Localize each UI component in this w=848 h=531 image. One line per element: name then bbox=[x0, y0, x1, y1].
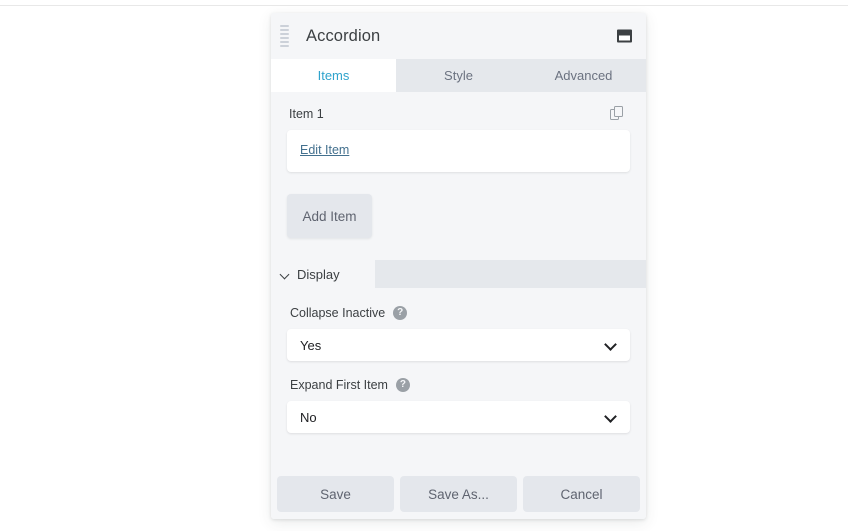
help-circle-icon[interactable]: ? bbox=[396, 378, 410, 392]
add-item-button[interactable]: Add Item bbox=[287, 194, 372, 238]
chevron-down-icon bbox=[605, 340, 616, 351]
collapse-inactive-value: Yes bbox=[300, 338, 321, 353]
save-button[interactable]: Save bbox=[277, 476, 394, 512]
page-top-divider bbox=[0, 5, 848, 6]
copy-icon[interactable] bbox=[610, 106, 626, 122]
field-expand-first-item: Expand First Item ? No bbox=[287, 378, 630, 433]
tab-items[interactable]: Items bbox=[271, 59, 396, 92]
tab-bar: Items Style Advanced bbox=[271, 59, 646, 92]
item-card: Edit Item bbox=[287, 130, 630, 172]
panel-title: Accordion bbox=[306, 27, 380, 46]
list-item: Item 1 Edit Item bbox=[279, 106, 638, 172]
copy-icon-front-sheet bbox=[614, 106, 623, 117]
chevron-down-icon bbox=[281, 270, 290, 279]
display-section-tabbar: Display bbox=[271, 260, 646, 288]
panel-titlebar: Accordion bbox=[271, 13, 646, 59]
cancel-button[interactable]: Cancel bbox=[523, 476, 640, 512]
window-restore-icon[interactable] bbox=[617, 30, 632, 43]
field-label-row: Collapse Inactive ? bbox=[287, 306, 630, 329]
tab-style[interactable]: Style bbox=[396, 59, 521, 92]
field-collapse-inactive: Collapse Inactive ? Yes bbox=[287, 306, 630, 361]
accordion-settings-panel: Accordion Items Style Advanced Item 1 Ed… bbox=[271, 13, 646, 519]
expand-first-item-value: No bbox=[300, 410, 317, 425]
expand-first-item-label: Expand First Item bbox=[290, 378, 388, 392]
drag-handle-icon[interactable] bbox=[280, 25, 294, 47]
display-section-toggle[interactable]: Display bbox=[271, 260, 375, 288]
item-header: Item 1 bbox=[287, 106, 630, 130]
display-section-title: Display bbox=[297, 267, 340, 282]
field-label-row: Expand First Item ? bbox=[287, 378, 630, 401]
edit-item-link[interactable]: Edit Item bbox=[300, 143, 349, 157]
save-as-button[interactable]: Save As... bbox=[400, 476, 517, 512]
collapse-inactive-select[interactable]: Yes bbox=[287, 329, 630, 361]
display-section-body: Collapse Inactive ? Yes Expand First Ite… bbox=[271, 288, 646, 433]
chevron-down-icon bbox=[605, 412, 616, 423]
items-pane: Item 1 Edit Item Add Item bbox=[271, 92, 646, 260]
help-circle-icon[interactable]: ? bbox=[393, 306, 407, 320]
item-label: Item 1 bbox=[289, 107, 324, 121]
panel-footer: Save Save As... Cancel bbox=[271, 469, 646, 519]
expand-first-item-select[interactable]: No bbox=[287, 401, 630, 433]
collapse-inactive-label: Collapse Inactive bbox=[290, 306, 385, 320]
tab-advanced[interactable]: Advanced bbox=[521, 59, 646, 92]
